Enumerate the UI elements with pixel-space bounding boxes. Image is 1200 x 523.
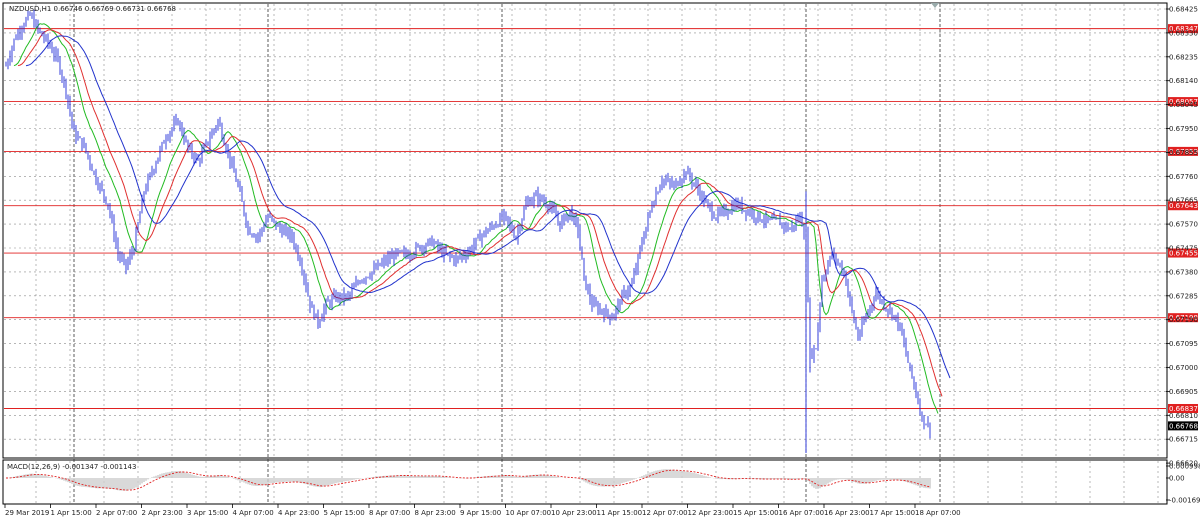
price-tick-label: 0.66715 <box>1169 436 1198 444</box>
price-tick-label: 0.67855 <box>1169 149 1198 157</box>
time-tick-label: 18 Apr 07:00 <box>915 509 961 517</box>
time-tick-label: 8 Apr 23:00 <box>415 509 456 517</box>
time-tick-label: 12 Apr 07:00 <box>642 509 688 517</box>
current-price-label: 0.66768 <box>1169 422 1198 430</box>
price-tick-label: 0.68330 <box>1169 29 1198 37</box>
time-tick-label: 8 Apr 07:00 <box>369 509 410 517</box>
price-tick-label: 0.67000 <box>1169 364 1198 372</box>
time-tick-label: 17 Apr 15:00 <box>870 509 916 517</box>
time-tick-label: 3 Apr 15:00 <box>187 509 228 517</box>
time-tick-label: 11 Apr 15:00 <box>597 509 643 517</box>
price-tick-label: 0.67095 <box>1169 340 1198 348</box>
chart-title: NZDUSD,H1 0.66746 0.66769 0.66731 0.6676… <box>9 5 176 13</box>
price-axis[interactable]: 0.68425 0.68330 0.68235 0.68140 0.68045 0.679… <box>1166 6 1198 468</box>
macd-title: MACD(12,26,9) -0.001347 -0.001143 <box>7 463 136 471</box>
trading-terminal: 0.000998 0.00 -0.00169 0.68347 0.68057 0.678… <box>0 0 1200 523</box>
time-tick-label: 16 Apr 07:00 <box>779 509 825 517</box>
time-tick-label: 16 Apr 23:00 <box>824 509 870 517</box>
price-tick-label: 0.68425 <box>1169 6 1198 14</box>
time-tick-label: 5 Apr 15:00 <box>324 509 365 517</box>
time-tick-label: 12 Apr 23:00 <box>688 509 734 517</box>
time-tick-label: 10 Apr 07:00 <box>506 509 552 517</box>
time-tick-label: 29 Mar 2019 <box>5 509 49 517</box>
time-tick-label: 9 Apr 15:00 <box>460 509 501 517</box>
time-tick-label: 4 Apr 23:00 <box>278 509 319 517</box>
time-axis[interactable]: 29 Mar 2019 1 Apr 15:00 2 Apr 07:00 2 Apr 2… <box>4 504 961 517</box>
price-tick-label: 0.68045 <box>1169 101 1198 109</box>
price-tick-label: 0.67950 <box>1169 125 1198 133</box>
macd-frame[interactable] <box>2 459 1168 505</box>
time-tick-label: 2 Apr 07:00 <box>96 509 137 517</box>
main-chart-frame[interactable] <box>2 2 1168 459</box>
price-tick-label: 0.67190 <box>1169 316 1198 324</box>
price-tick-label: 0.67570 <box>1169 221 1198 229</box>
chart-canvas[interactable]: 0.0009980.00-0.00169 0.683470.680570.678… <box>0 0 1200 523</box>
price-tick-label: 0.67380 <box>1169 268 1198 276</box>
price-tick-label: 0.66810 <box>1169 412 1198 420</box>
time-tick-label: 15 Apr 15:00 <box>733 509 779 517</box>
price-tick-label: 0.67285 <box>1169 292 1198 300</box>
price-tick-label: 0.67760 <box>1169 173 1198 181</box>
price-tick-label: 0.68235 <box>1169 53 1198 61</box>
price-tick-label: 0.66905 <box>1169 388 1198 396</box>
time-tick-label: 10 Apr 23:00 <box>551 509 597 517</box>
price-tick-label: 0.68140 <box>1169 77 1198 85</box>
price-tick-label: 0.66620 <box>1169 460 1198 468</box>
macd-tick-label: -0.00169 <box>1169 497 1200 505</box>
price-tick-label: 0.67475 <box>1169 245 1198 253</box>
time-tick-label: 4 Apr 07:00 <box>233 509 274 517</box>
time-tick-label: 1 Apr 15:00 <box>51 509 92 517</box>
price-tick-label: 0.67665 <box>1169 197 1198 205</box>
macd-tick-label: 0.00 <box>1169 475 1185 483</box>
time-tick-label: 2 Apr 23:00 <box>142 509 183 517</box>
